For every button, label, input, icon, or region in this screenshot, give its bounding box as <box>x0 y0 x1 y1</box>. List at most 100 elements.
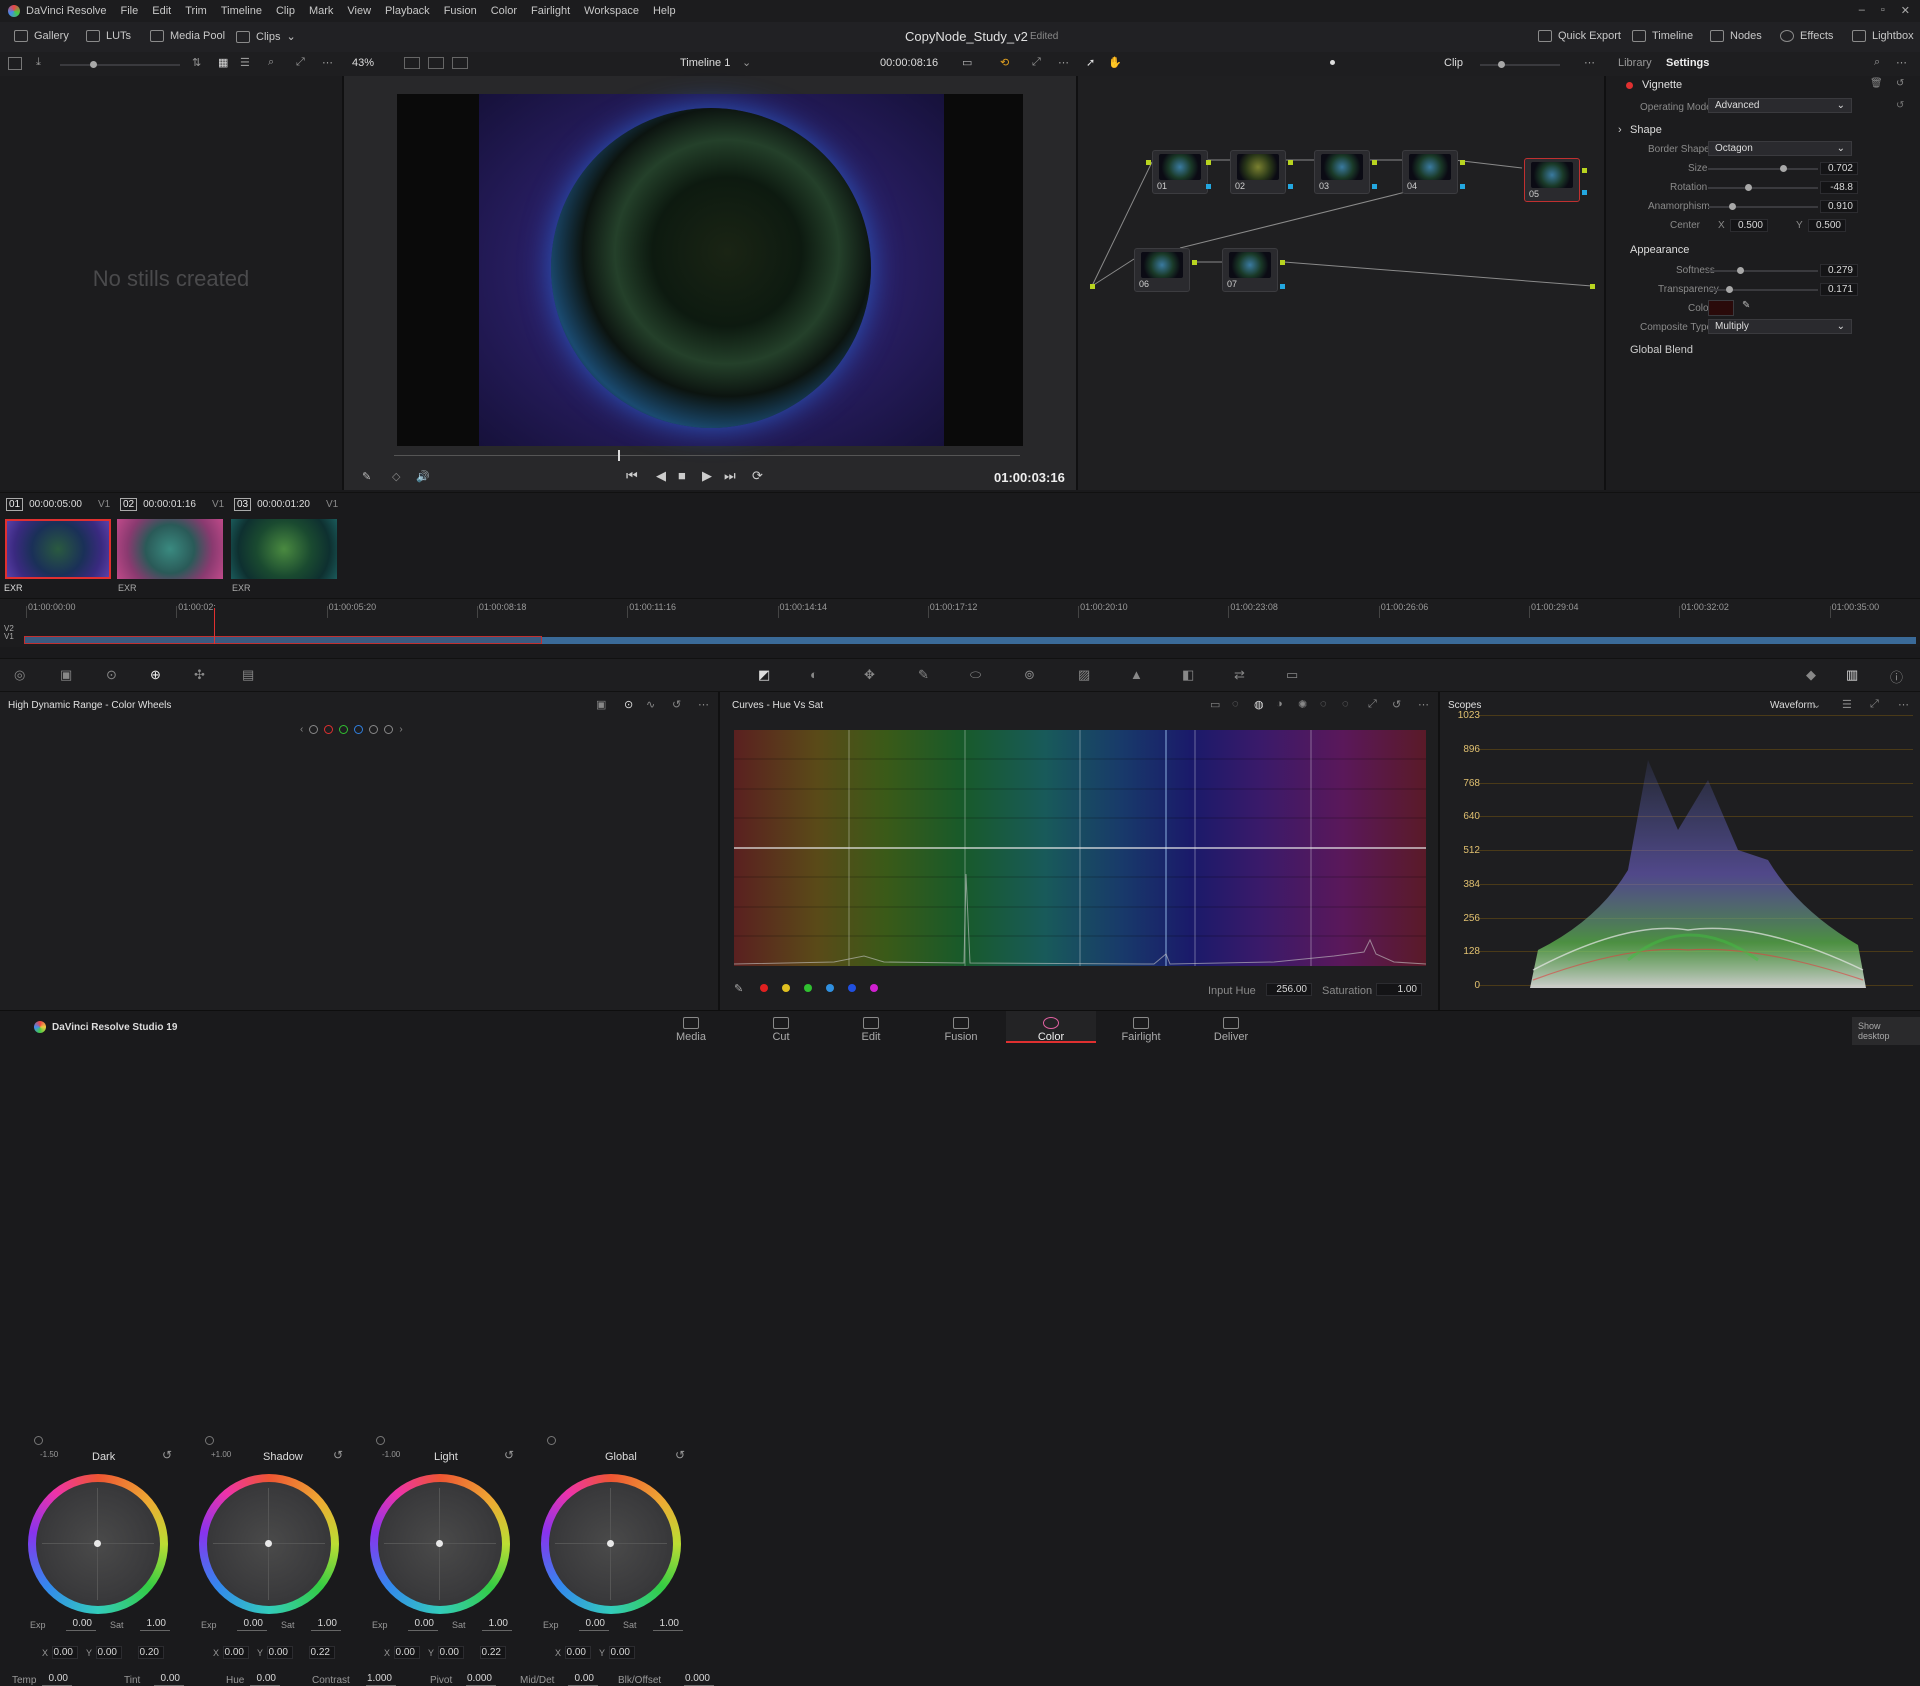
wheel-dot[interactable] <box>94 1540 101 1547</box>
zone-dial-icon[interactable] <box>205 1436 214 1445</box>
gallery-button[interactable]: Gallery <box>14 30 69 42</box>
source-timecode[interactable]: 00:00:08:16 <box>880 57 938 69</box>
node-02[interactable]: 02 <box>1230 150 1286 194</box>
zone-dial-icon[interactable] <box>547 1436 556 1445</box>
wipe-icon[interactable] <box>428 57 444 69</box>
param-value[interactable]: 0.000 <box>466 1673 496 1686</box>
y-value[interactable]: 0.00 <box>267 1646 293 1659</box>
menu-file[interactable]: File <box>121 5 139 17</box>
delete-icon[interactable]: 🗑 <box>1870 78 1883 89</box>
node-output-pin[interactable] <box>1288 160 1293 165</box>
page-dot[interactable] <box>324 725 334 734</box>
close-icon[interactable]: ✕ <box>1901 4 1910 17</box>
reset-icon[interactable]: ↺ <box>1392 698 1401 711</box>
param-value[interactable]: 0.00 <box>42 1673 72 1686</box>
rotation-value[interactable]: -48.8 <box>1820 181 1858 194</box>
chevron-left-icon[interactable]: ‹ <box>300 724 303 735</box>
menu-clip[interactable]: Clip <box>276 5 295 17</box>
enlarge-viewer-icon[interactable]: ⤢ <box>1032 56 1041 69</box>
reset-icon[interactable]: ↺ <box>675 1448 685 1462</box>
node-output-pin[interactable] <box>1206 160 1211 165</box>
menu-fusion[interactable]: Fusion <box>444 5 477 17</box>
curve-hue-hue-icon[interactable]: ◌ <box>1232 698 1239 710</box>
page-tab-fairlight[interactable]: Fairlight <box>1096 1011 1186 1043</box>
softness-slider[interactable] <box>1708 267 1818 274</box>
skip-end-icon[interactable]: ⏭ <box>724 468 736 484</box>
page-tab-deliver[interactable]: Deliver <box>1186 1011 1276 1043</box>
quick-export-button[interactable]: Quick Export <box>1538 30 1621 42</box>
node-07[interactable]: 07 <box>1222 248 1278 292</box>
reset-icon[interactable]: ↺ <box>672 698 681 711</box>
node-zoom-slider[interactable] <box>1480 61 1560 68</box>
softness-value[interactable]: 0.279 <box>1820 264 1858 277</box>
magic-mask-icon[interactable]: ▨ <box>1078 667 1090 683</box>
hdr-wheels-icon[interactable]: ⊕ <box>150 667 161 683</box>
node-more-icon[interactable]: ⋯ <box>1584 56 1595 69</box>
expand-icon[interactable]: ⤢ <box>1870 698 1879 711</box>
zone-value[interactable]: +1.00 <box>211 1450 231 1459</box>
color-wheel[interactable] <box>28 1474 168 1614</box>
inspector-search-icon[interactable]: ⌕ <box>1874 56 1880 69</box>
color-wheel[interactable] <box>199 1474 339 1614</box>
yellow-hue-dot[interactable] <box>782 984 790 992</box>
slider-knob[interactable] <box>1728 203 1736 210</box>
curve-sat-lum-icon[interactable]: ◌ <box>1342 698 1349 710</box>
window-icon[interactable]: ⬭ <box>970 667 981 683</box>
blur-icon[interactable]: ▲ <box>1130 667 1143 682</box>
reset-icon[interactable]: ↺ <box>504 1448 514 1462</box>
curve-hue-lum-icon[interactable]: ◑ <box>1276 698 1283 710</box>
reset-icon[interactable]: ↺ <box>1896 100 1904 111</box>
z-value[interactable]: 0.22 <box>309 1646 335 1659</box>
slider-knob[interactable] <box>1725 286 1733 293</box>
node-key-pin[interactable] <box>1206 184 1211 189</box>
timeline-toggle[interactable]: Timeline <box>1632 30 1693 42</box>
minimize-icon[interactable]: – <box>1859 4 1865 17</box>
timeline-selector[interactable]: Timeline 1 <box>680 57 730 69</box>
node-output-pin[interactable] <box>1460 160 1465 165</box>
param-value[interactable]: 0.000 <box>684 1673 714 1686</box>
exp-value[interactable]: 0.00 <box>579 1618 609 1631</box>
red-hue-dot[interactable] <box>760 984 768 992</box>
expand-icon[interactable]: ⤢ <box>1368 698 1377 711</box>
motion-effects-icon[interactable]: ▤ <box>242 667 254 683</box>
menu-workspace[interactable]: Workspace <box>584 5 639 17</box>
wheel-dot[interactable] <box>436 1540 443 1547</box>
page-tab-edit[interactable]: Edit <box>826 1011 916 1043</box>
page-dot[interactable] <box>369 725 379 734</box>
inspector-tab-settings[interactable]: Settings <box>1666 57 1709 69</box>
gallery-zoom-slider[interactable] <box>60 61 180 68</box>
menu-timeline[interactable]: Timeline <box>221 5 262 17</box>
node-output-pin[interactable] <box>1372 160 1377 165</box>
node-key-pin[interactable] <box>1582 190 1587 195</box>
cyan-hue-dot[interactable] <box>826 984 834 992</box>
page-tab-cut[interactable]: Cut <box>736 1011 826 1043</box>
param-value[interactable]: 0.00 <box>154 1673 184 1686</box>
center-y-value[interactable]: 0.500 <box>1808 219 1846 232</box>
effect-enable-toggle[interactable] <box>1626 82 1633 89</box>
exp-value[interactable]: 0.00 <box>408 1618 438 1631</box>
node-key-pin[interactable] <box>1460 184 1465 189</box>
viewer-options-icon[interactable]: ▭ <box>962 56 972 69</box>
show-desktop-button[interactable]: Show desktop <box>1852 1017 1920 1045</box>
node-05[interactable]: 05 <box>1524 158 1580 202</box>
key-icon[interactable]: ◧ <box>1182 667 1194 683</box>
graph-view-icon[interactable]: ∿ <box>646 698 655 711</box>
node-04[interactable]: 04 <box>1402 150 1458 194</box>
loop-icon[interactable]: ⟳ <box>752 468 763 484</box>
size-value[interactable]: 0.702 <box>1820 162 1858 175</box>
slider-knob[interactable] <box>1780 165 1788 172</box>
curve-sat-sat-icon[interactable]: ◌ <box>1320 698 1327 710</box>
page-tab-color[interactable]: Color <box>1006 1011 1096 1043</box>
param-value[interactable]: 0.00 <box>250 1673 280 1686</box>
exp-value[interactable]: 0.00 <box>66 1618 96 1631</box>
playhead[interactable] <box>618 450 620 461</box>
saturation-value[interactable]: 1.00 <box>1376 983 1422 996</box>
tracker-icon[interactable]: ⊚ <box>1024 667 1035 683</box>
effects-toggle[interactable]: Effects <box>1780 30 1833 42</box>
z-value[interactable]: 0.20 <box>138 1646 164 1659</box>
menu-mark[interactable]: Mark <box>309 5 333 17</box>
luts-button[interactable]: LUTs <box>86 30 131 42</box>
wheels-view-icon[interactable]: ⊙ <box>624 698 633 711</box>
y-value[interactable]: 0.00 <box>609 1646 635 1659</box>
node-03[interactable]: 03 <box>1314 150 1370 194</box>
